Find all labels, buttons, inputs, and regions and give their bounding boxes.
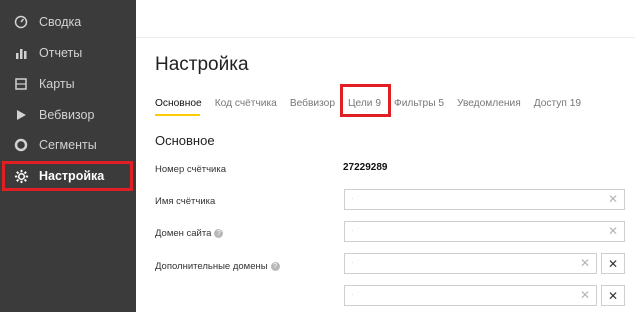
tab-webvisor[interactable]: Вебвизор <box>290 98 335 109</box>
sidebar-item-label: Вебвизор <box>39 108 95 122</box>
site-domain-label: Домен сайта <box>155 228 212 239</box>
top-bar: · · · · · <box>136 0 635 38</box>
sidebar: Сводка Отчеты Карты Вебвизор Сегменты На… <box>0 0 136 312</box>
active-tab-underline <box>155 114 200 116</box>
settings-tabs: Основное Код счётчика Вебвизор Цели 9 Фи… <box>155 93 594 113</box>
tab-counter-code[interactable]: Код счётчика <box>215 98 277 109</box>
sidebar-item-settings[interactable]: Настройка <box>0 161 136 191</box>
sidebar-item-label: Сводка <box>39 15 82 29</box>
extra-domain-field-1[interactable]: · ✕ <box>344 253 597 274</box>
clear-icon[interactable]: ✕ <box>608 224 618 238</box>
app-window: Сводка Отчеты Карты Вебвизор Сегменты На… <box>0 0 635 312</box>
extra-domain-value: · <box>351 257 354 267</box>
counter-number-label: Номер счётчика <box>155 164 227 175</box>
sidebar-item-label: Отчеты <box>39 46 83 60</box>
extra-domains-label-row: Дополнительные домены? <box>155 261 280 272</box>
site-domain-field[interactable]: · ✕ <box>344 221 625 242</box>
bar-chart-icon <box>13 45 29 61</box>
counter-name-label: Имя счётчика <box>155 196 216 207</box>
sidebar-item-reports[interactable]: Отчеты <box>0 38 136 68</box>
tab-access[interactable]: Доступ 19 <box>534 98 581 109</box>
tab-filters[interactable]: Фильтры 5 <box>394 98 444 109</box>
sidebar-item-webvisor[interactable]: Вебвизор <box>0 100 136 130</box>
extra-domain-value: · <box>351 289 354 299</box>
gear-icon <box>13 168 29 184</box>
top-bar-placeholder: · · · · · <box>176 16 355 22</box>
clear-icon[interactable]: ✕ <box>608 192 618 206</box>
help-icon[interactable]: ? <box>270 261 280 271</box>
counter-number-value: 27229289 <box>343 162 388 173</box>
clear-icon[interactable]: ✕ <box>580 288 590 302</box>
map-icon <box>13 76 29 92</box>
counter-name-value: · <box>351 193 354 203</box>
sidebar-item-segments[interactable]: Сегменты <box>0 130 136 160</box>
sidebar-item-label: Настройка <box>39 169 105 183</box>
tab-general[interactable]: Основное <box>155 98 202 109</box>
section-title: Основное <box>155 133 215 148</box>
counter-name-field[interactable]: · ✕ <box>344 189 625 210</box>
play-icon <box>13 107 29 123</box>
sidebar-item-label: Сегменты <box>39 138 97 152</box>
remove-domain-button[interactable]: ✕ <box>601 285 625 306</box>
site-domain-label-row: Домен сайта? <box>155 228 224 239</box>
tab-goals[interactable]: Цели 9 <box>348 98 381 109</box>
sidebar-item-label: Карты <box>39 77 75 91</box>
site-domain-value: · <box>351 225 354 235</box>
help-icon[interactable]: ? <box>214 228 224 238</box>
dashboard-icon <box>13 14 29 30</box>
page-title: Настройка <box>155 54 249 75</box>
segments-icon <box>13 137 29 153</box>
sidebar-item-maps[interactable]: Карты <box>0 69 136 99</box>
tab-notifications[interactable]: Уведомления <box>457 98 521 109</box>
sidebar-item-summary[interactable]: Сводка <box>0 7 136 37</box>
extra-domain-field-2[interactable]: · ✕ <box>344 285 597 306</box>
extra-domains-label: Дополнительные домены <box>155 261 268 272</box>
clear-icon[interactable]: ✕ <box>580 256 590 270</box>
remove-domain-button[interactable]: ✕ <box>601 253 625 274</box>
